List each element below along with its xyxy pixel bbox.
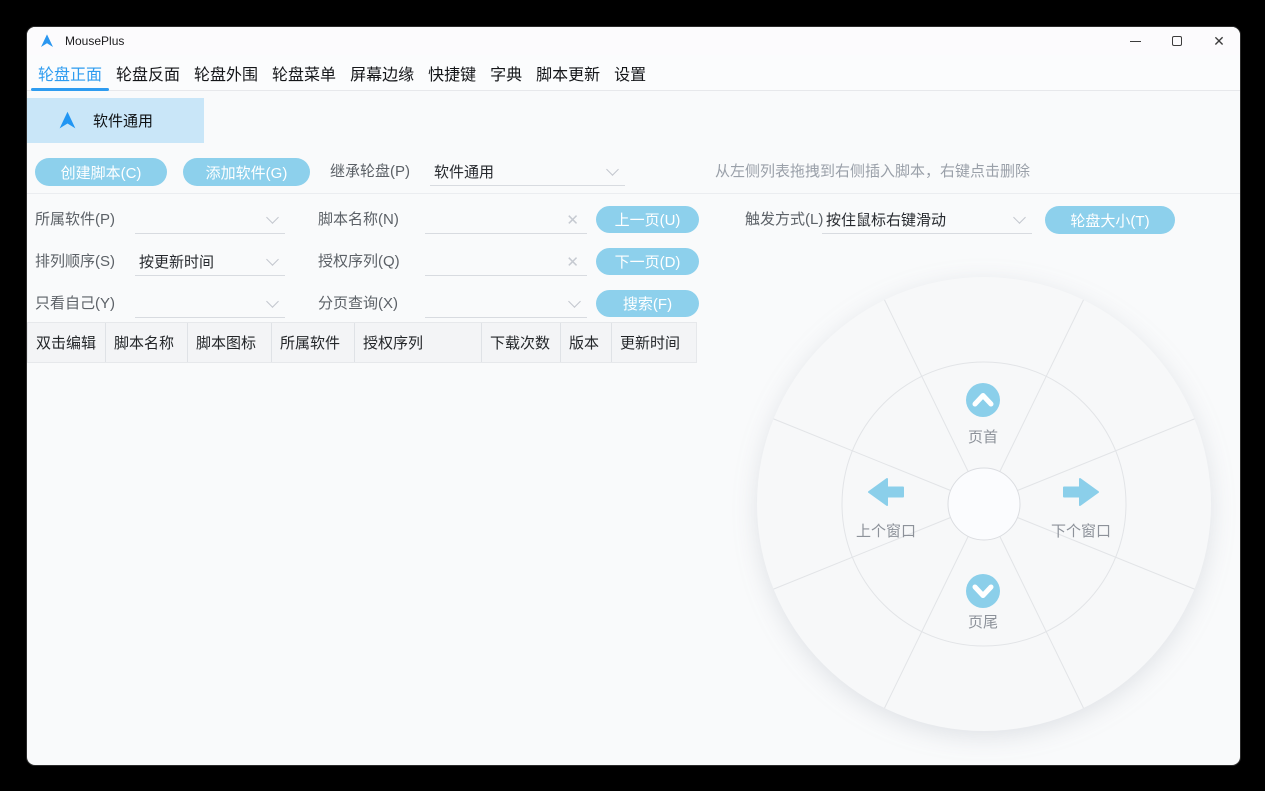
col-double-click-edit[interactable]: 双击编辑 — [28, 323, 106, 362]
wheel-item-page-bottom[interactable] — [966, 574, 1000, 608]
main-tab-bar: 轮盘正面 轮盘反面 轮盘外围 轮盘菜单 屏幕边缘 快捷键 字典 脚本更新 设置 — [27, 55, 1240, 91]
tab-dictionary[interactable]: 字典 — [483, 55, 529, 90]
sort-order-label: 排列顺序(S) — [35, 253, 115, 270]
chevron-down-icon — [266, 294, 279, 308]
clear-icon[interactable]: ✕ — [566, 211, 579, 229]
close-icon: ✕ — [1213, 33, 1225, 49]
maximize-icon — [1172, 36, 1182, 46]
col-owner-software[interactable]: 所属软件 — [272, 323, 355, 362]
inherit-wheel-select[interactable]: 软件通用 — [430, 158, 625, 186]
tab-wheel-menu[interactable]: 轮盘菜单 — [265, 55, 343, 90]
clear-icon[interactable]: ✕ — [566, 253, 579, 271]
wheel-label-prev-window: 上个窗口 — [856, 522, 916, 540]
circle-chevron-down-icon — [966, 574, 1000, 608]
auth-serial-input[interactable]: ✕ — [425, 248, 587, 276]
wheel-center-circle — [947, 467, 1021, 541]
page-query-select[interactable] — [425, 290, 587, 318]
window-title: MousePlus — [65, 34, 125, 48]
minimize-button[interactable] — [1114, 27, 1156, 55]
create-script-button[interactable]: 创建脚本(C) — [35, 158, 167, 186]
maximize-button[interactable] — [1156, 27, 1198, 55]
window-controls: ✕ — [1114, 27, 1240, 55]
col-script-icon[interactable]: 脚本图标 — [188, 323, 272, 362]
minimize-icon — [1129, 40, 1141, 42]
auth-serial-label: 授权序列(Q) — [318, 253, 400, 270]
chevron-down-icon — [1013, 210, 1026, 224]
chevron-down-icon — [266, 252, 279, 266]
owner-software-select[interactable] — [135, 206, 285, 234]
col-update-time[interactable]: 更新时间 — [612, 323, 696, 362]
tab-wheel-front[interactable]: 轮盘正面 — [31, 55, 110, 91]
col-download-count[interactable]: 下载次数 — [482, 323, 561, 362]
script-name-input[interactable]: ✕ — [425, 206, 587, 234]
col-script-name[interactable]: 脚本名称 — [106, 323, 188, 362]
trigger-mode-label: 触发方式(L) — [745, 211, 824, 228]
wheel-preview: 页首 上个窗口 下个窗口 页尾 — [757, 277, 1211, 731]
only-mine-label: 只看自己(Y) — [35, 295, 115, 312]
add-software-button[interactable]: 添加软件(G) — [183, 158, 310, 186]
title-bar: MousePlus ✕ — [27, 27, 1240, 55]
tab-wheel-outer[interactable]: 轮盘外围 — [187, 55, 265, 90]
tab-screen-edge[interactable]: 屏幕边缘 — [343, 55, 421, 90]
tab-hotkeys[interactable]: 快捷键 — [421, 55, 483, 90]
col-auth-serial[interactable]: 授权序列 — [355, 323, 482, 362]
trigger-mode-value: 按住鼠标右键滑动 — [826, 212, 947, 229]
selected-app-label: 软件通用 — [93, 113, 154, 130]
close-button[interactable]: ✕ — [1198, 27, 1240, 55]
chevron-down-icon — [266, 210, 279, 224]
wheel-size-button[interactable]: 轮盘大小(T) — [1045, 206, 1175, 234]
inherit-wheel-label: 继承轮盘(P) — [330, 163, 410, 180]
app-arrow-icon — [59, 111, 76, 129]
wheel-item-page-top[interactable] — [966, 383, 1000, 417]
wheel-label-page-bottom: 页尾 — [968, 614, 998, 631]
chevron-down-icon — [568, 294, 581, 308]
sort-order-value: 按更新时间 — [139, 254, 215, 271]
tab-wheel-back[interactable]: 轮盘反面 — [109, 55, 187, 90]
col-version[interactable]: 版本 — [561, 323, 612, 362]
script-table-header: 双击编辑 脚本名称 脚本图标 所属软件 授权序列 下载次数 版本 更新时间 — [27, 322, 697, 363]
search-button[interactable]: 搜索(F) — [596, 290, 699, 317]
next-page-button[interactable]: 下一页(D) — [596, 248, 699, 275]
app-logo-icon — [39, 33, 55, 49]
selected-app-item[interactable]: 软件通用 — [27, 98, 204, 143]
chevron-down-icon — [606, 162, 619, 176]
script-name-label: 脚本名称(N) — [318, 211, 399, 228]
trigger-mode-select[interactable]: 按住鼠标右键滑动 — [822, 206, 1032, 234]
wheel-label-next-window: 下个窗口 — [1051, 522, 1111, 540]
toolbar-separator — [27, 193, 1240, 194]
only-mine-select[interactable] — [135, 290, 285, 318]
drag-hint-text: 从左侧列表拖拽到右侧插入脚本，右键点击删除 — [715, 163, 1031, 180]
page-query-label: 分页查询(X) — [318, 295, 398, 312]
prev-page-button[interactable]: 上一页(U) — [596, 206, 699, 233]
owner-software-label: 所属软件(P) — [35, 211, 115, 228]
tab-script-update[interactable]: 脚本更新 — [529, 55, 607, 90]
wheel-label-page-top: 页首 — [968, 429, 998, 446]
app-window: MousePlus ✕ 轮盘正面 轮盘反面 轮盘外围 轮盘菜单 屏幕边缘 快捷键… — [27, 27, 1240, 765]
circle-chevron-up-icon — [966, 383, 1000, 417]
inherit-wheel-value: 软件通用 — [434, 164, 495, 181]
tab-settings[interactable]: 设置 — [607, 55, 653, 90]
sort-order-select[interactable]: 按更新时间 — [135, 248, 285, 276]
